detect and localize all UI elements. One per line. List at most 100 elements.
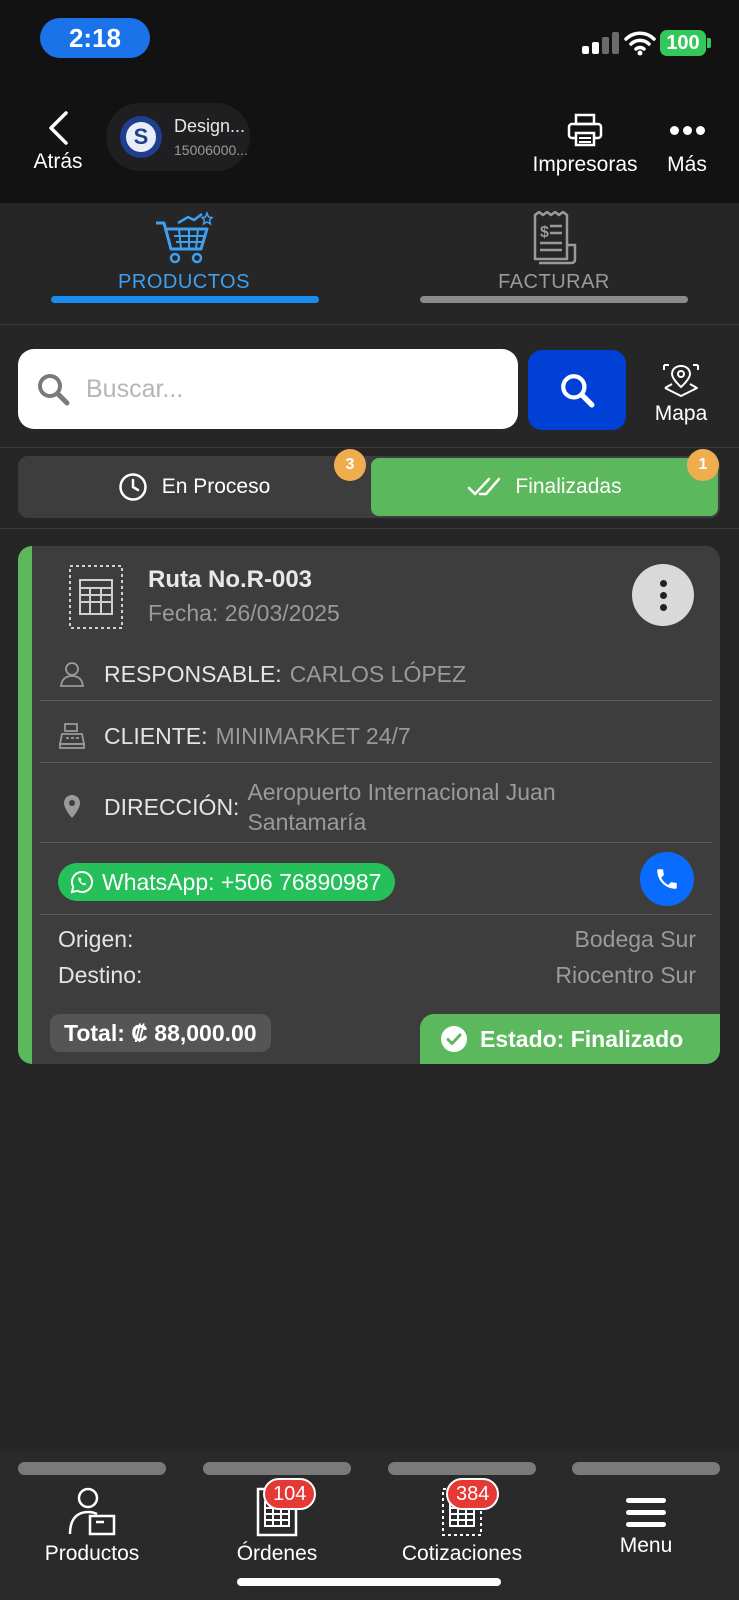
status-label: Estado: Finalizado (480, 1025, 684, 1052)
invoice-icon: $ (533, 211, 577, 265)
responsible-row: RESPONSABLE: CARLOS LÓPEZ (40, 654, 712, 694)
map-pin-icon (663, 364, 699, 397)
status-segmented-control: En Proceso Finalizadas (18, 456, 720, 518)
company-id: 15006000... (174, 142, 248, 158)
map-label: Mapa (654, 402, 708, 425)
status-badge: Estado: Finalizado (420, 1014, 720, 1064)
company-logo-icon: S (120, 116, 162, 158)
nav-menu-label: Menu (619, 1534, 673, 1557)
tab-productos-indicator (51, 296, 319, 303)
printers-button[interactable]: Impresoras (528, 113, 642, 177)
divider (0, 447, 739, 448)
nav-handle (203, 1462, 351, 1475)
tab-facturar-label: FACTURAR (498, 271, 610, 293)
clock-icon (118, 473, 147, 501)
divider (40, 914, 712, 915)
map-button[interactable]: Mapa (650, 362, 712, 426)
cellular-signal-icon (582, 30, 619, 54)
nav-handle (18, 1462, 166, 1475)
location-pin-icon (64, 795, 80, 818)
segment-finished-label: Finalizadas (515, 475, 622, 498)
divider (0, 528, 739, 529)
tab-productos[interactable]: PRODUCTOS (34, 211, 334, 321)
nav-handle (572, 1462, 720, 1475)
finished-count-badge: 1 (687, 449, 719, 481)
back-label: Atrás (33, 150, 83, 173)
responsible-value: CARLOS LÓPEZ (289, 660, 467, 687)
tab-productos-label: PRODUCTOS (118, 271, 250, 293)
search-field[interactable] (18, 349, 518, 429)
card-status-accent (18, 546, 32, 1064)
nav-cotizaciones-label: Cotizaciones (401, 1542, 523, 1565)
route-card[interactable]: Ruta No.R-003 Fecha: 26/03/2025 RESPONSA… (18, 546, 720, 1064)
search-input[interactable] (86, 374, 476, 404)
document-grid-icon (69, 565, 123, 629)
address-row: DIRECCIÓN: Aeropuerto Internacional Juan… (40, 774, 712, 840)
route-date: Fecha: 26/03/2025 (148, 600, 340, 626)
person-icon (59, 662, 85, 687)
svg-text:$: $ (540, 224, 549, 241)
divider (40, 842, 712, 843)
address-value: Aeropuerto Internacional Juan Santamaría (247, 779, 556, 835)
address-label: DIRECCIÓN: (104, 793, 240, 820)
tab-facturar-indicator (420, 296, 688, 303)
check-circle-icon (441, 1026, 467, 1052)
orders-count-badge: 104 (263, 1478, 317, 1510)
chevron-left-icon (49, 111, 68, 145)
whatsapp-icon (70, 870, 94, 894)
call-button[interactable] (640, 852, 694, 906)
card-options-button[interactable] (632, 564, 694, 626)
quotes-count-badge: 384 (446, 1478, 500, 1510)
nav-menu[interactable]: Menu (561, 1496, 731, 1558)
home-indicator (237, 1578, 501, 1586)
nav-ordenes-label: Órdenes (236, 1542, 318, 1565)
nav-handle (388, 1462, 536, 1475)
destination-label: Destino: (58, 962, 143, 988)
tab-facturar[interactable]: $ FACTURAR (404, 211, 704, 321)
kebab-dot (659, 591, 667, 599)
wifi-icon (624, 31, 656, 56)
origin-label: Origen: (58, 926, 134, 952)
person-box-icon (68, 1487, 116, 1536)
responsible-label: RESPONSABLE: (104, 660, 282, 687)
printers-label: Impresoras (532, 153, 638, 176)
nav-productos[interactable]: Productos (7, 1486, 177, 1566)
destination-value: Riocentro Sur (555, 962, 696, 988)
route-title: Ruta No.R-003 (148, 566, 313, 593)
ellipsis-icon (669, 113, 705, 147)
company-selector[interactable]: S Design... 15006000... (106, 103, 250, 171)
printer-icon (567, 113, 603, 147)
back-button[interactable]: Atrás (28, 110, 88, 180)
search-icon (38, 374, 70, 406)
divider (40, 762, 712, 763)
company-name: Design... (174, 116, 246, 136)
cash-register-icon (58, 723, 86, 749)
more-button[interactable]: Más (660, 113, 714, 177)
in-process-count-badge: 3 (334, 449, 366, 481)
status-time: 2:18 (40, 18, 150, 58)
segment-finished[interactable]: Finalizadas (371, 458, 718, 516)
client-value: MINIMARKET 24/7 (215, 722, 411, 749)
segment-in-process-label: En Proceso (161, 475, 271, 498)
battery-cap (707, 38, 711, 48)
divider (40, 700, 712, 701)
segment-in-process[interactable]: En Proceso (18, 456, 370, 518)
battery-indicator: 100 (660, 30, 706, 56)
nav-productos-label: Productos (44, 1542, 140, 1565)
hamburger-menu-icon (626, 1498, 666, 1527)
total-badge: Total: ₡ 88,000.00 (50, 1014, 271, 1052)
client-label: CLIENTE: (104, 722, 208, 749)
phone-icon (657, 869, 677, 889)
origin-value: Bodega Sur (574, 926, 696, 952)
shopping-cart-icon (156, 211, 214, 264)
kebab-dot (659, 579, 667, 587)
whatsapp-label: WhatsApp: +506 76890987 (102, 868, 382, 895)
client-row: CLIENTE: MINIMARKET 24/7 (40, 716, 712, 756)
double-check-icon (468, 477, 501, 496)
search-icon (561, 374, 595, 408)
more-label: Más (667, 153, 707, 176)
search-button[interactable] (528, 350, 626, 430)
whatsapp-button[interactable]: WhatsApp: +506 76890987 (58, 863, 396, 901)
total-value: Total: ₡ 88,000.00 (64, 1019, 257, 1046)
kebab-dot (659, 603, 667, 611)
